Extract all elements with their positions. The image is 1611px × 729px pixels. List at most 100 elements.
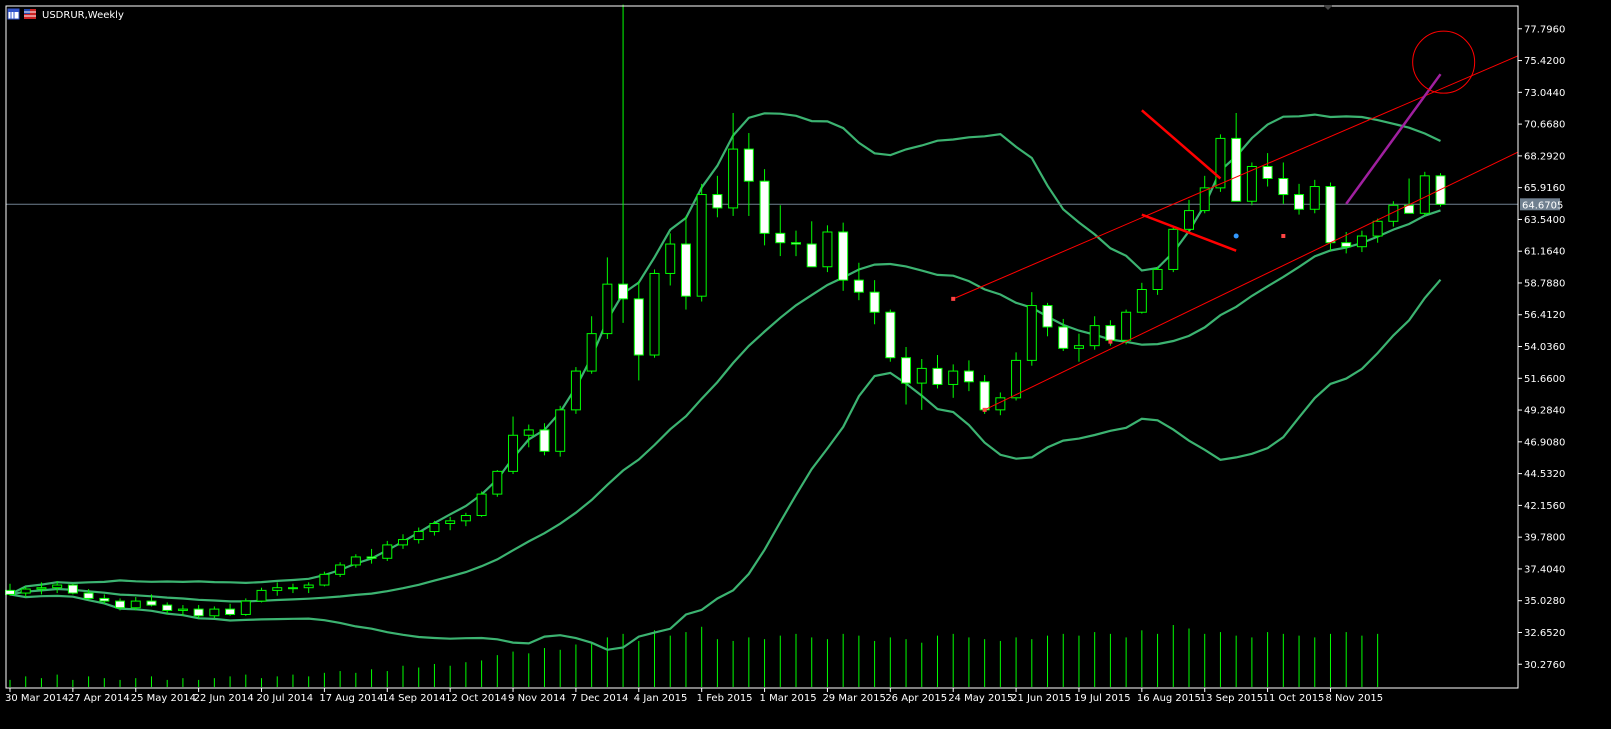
candle-body (979, 381, 990, 411)
candle-body (728, 148, 739, 209)
candle-body (1341, 242, 1352, 248)
candle (1168, 226, 1179, 273)
candle (1121, 309, 1132, 345)
candle-body (398, 539, 408, 546)
candle-body (1419, 175, 1430, 214)
candle-body (20, 588, 31, 594)
candle-body (901, 357, 912, 384)
x-tick-label: 11 Oct 2015 (1263, 693, 1325, 704)
price-chart[interactable]: 77.7960 75.4200 73.0440 70.6680 68.2920 65.91… (0, 0, 1611, 729)
current-price-tag: 64.6705 (1520, 198, 1563, 211)
candle-body (791, 242, 801, 245)
candle (256, 587, 267, 603)
y-tick-label: 39.7800 (1524, 533, 1565, 544)
candle-body (539, 429, 550, 452)
candle (492, 470, 503, 497)
candle-body (649, 272, 660, 356)
x-tick-label: 1 Feb 2015 (697, 693, 753, 704)
candle-body (1309, 186, 1320, 210)
x-tick-label: 7 Dec 2014 (571, 693, 629, 704)
candle-body (586, 333, 597, 372)
candle-body (743, 148, 754, 182)
x-tick-label: 30 Mar 2014 (5, 693, 68, 704)
x-tick-label: 16 Aug 2015 (1137, 693, 1201, 704)
candle-body (806, 243, 817, 268)
flag-icon (24, 9, 36, 19)
candle-body (492, 470, 503, 495)
candle-body (696, 194, 707, 297)
candle-body (1215, 137, 1226, 189)
trendline-anchor[interactable] (1281, 234, 1286, 239)
x-tick-label: 9 Nov 2014 (508, 693, 566, 704)
candle-body (256, 589, 267, 602)
y-tick-label: 73.0440 (1524, 88, 1565, 99)
y-tick-label: 56.4120 (1524, 310, 1565, 321)
signal-marker (1233, 233, 1239, 239)
candle (1325, 182, 1336, 251)
candle-body (335, 564, 346, 575)
candle-body (885, 311, 896, 359)
y-tick-label: 68.2920 (1524, 151, 1565, 162)
candle-body (83, 592, 94, 599)
candle-body (36, 587, 47, 590)
candle (885, 309, 896, 362)
candle (838, 222, 849, 291)
x-tick-label: 22 Jun 2014 (194, 693, 254, 704)
trendline-anchor[interactable] (1108, 339, 1113, 344)
symbol-title: USDRUR,Weekly (42, 10, 124, 21)
y-tick-label: 32.6520 (1524, 628, 1565, 639)
x-tick-label: 27 Apr 2014 (68, 693, 130, 704)
trendline-anchor[interactable] (951, 296, 956, 301)
x-tick-label: 29 Mar 2015 (822, 693, 885, 704)
candle (476, 491, 487, 517)
candle-body (1073, 345, 1084, 349)
x-tick-label: 8 Nov 2015 (1325, 693, 1383, 704)
candle-body (838, 231, 849, 281)
candle-body (130, 600, 141, 609)
candle-body (775, 232, 786, 244)
candle-body (99, 597, 110, 602)
y-tick-label: 58.7880 (1524, 278, 1565, 289)
candle-body (1231, 137, 1242, 202)
candle-body (1121, 311, 1132, 341)
y-tick-label: 63.5400 (1524, 215, 1565, 226)
candle-body (413, 531, 424, 541)
x-tick-label: 17 Aug 2014 (319, 693, 383, 704)
candle-body (476, 493, 487, 516)
candle-body (67, 584, 78, 594)
candle-body (162, 604, 173, 611)
y-tick-label: 75.4200 (1524, 56, 1565, 67)
candle-body (1011, 359, 1022, 399)
candle-body (869, 291, 880, 313)
candle-body (445, 520, 456, 525)
trendline-anchor[interactable] (982, 407, 987, 412)
x-tick-label: 24 May 2015 (948, 693, 1013, 704)
candle-body (52, 584, 63, 589)
candle-body (633, 298, 644, 356)
candle-body (146, 600, 157, 606)
candle-body (303, 584, 314, 589)
current-price-label: 64.6705 (1522, 200, 1563, 211)
candle-body (665, 243, 676, 274)
candle-body (1168, 228, 1179, 270)
candle-body (350, 556, 361, 566)
candle-body (1089, 325, 1100, 347)
candle-body (759, 180, 770, 234)
candle-body (680, 243, 691, 297)
candle-body (5, 589, 15, 595)
candle (240, 598, 251, 616)
candle (555, 405, 566, 457)
y-tick-label: 51.6600 (1524, 374, 1565, 385)
candle-body (602, 283, 613, 335)
candle (822, 225, 833, 273)
candle-body (319, 573, 330, 586)
candle-body (1325, 186, 1336, 244)
x-tick-label: 25 May 2014 (131, 693, 196, 704)
candle-body (177, 608, 188, 611)
candle-body (1136, 288, 1147, 313)
candle-body (366, 556, 377, 559)
x-tick-label: 13 Sep 2015 (1200, 693, 1263, 704)
candle-body (272, 587, 283, 591)
candle-body (853, 279, 864, 293)
candle-body (1058, 326, 1069, 349)
